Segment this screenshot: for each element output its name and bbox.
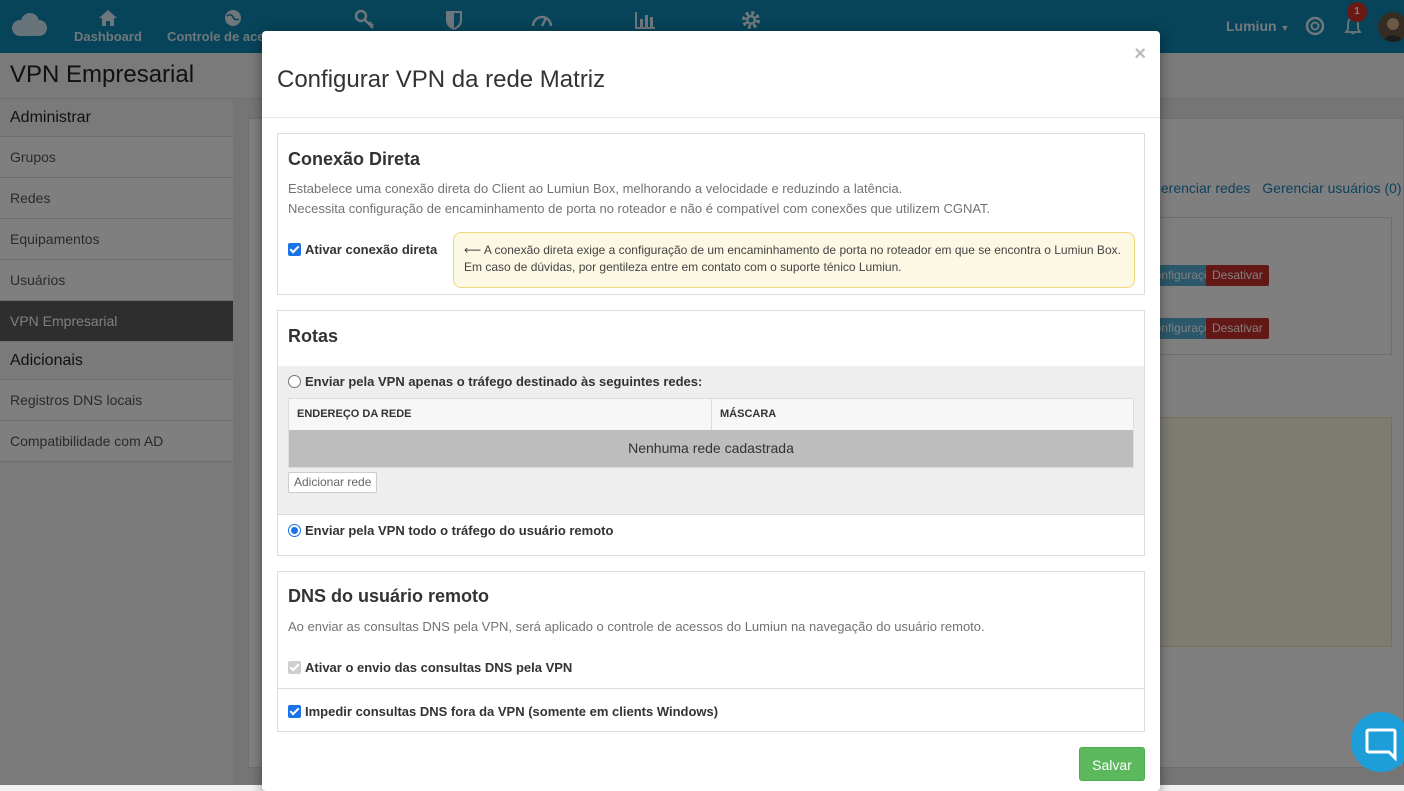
networks-table: ENDEREÇO DA REDE MÁSCARA Nenhuma rede ca… [288, 398, 1134, 468]
modal-title: Configurar VPN da rede Matriz [277, 66, 606, 93]
route-specific-radio[interactable] [288, 375, 301, 388]
dns-send-label: Ativar o envio das consultas DNS pela VP… [305, 660, 573, 675]
networks-table-header: ENDEREÇO DA REDE MÁSCARA [289, 399, 1133, 430]
chat-icon [1365, 728, 1397, 762]
direct-connection-desc-2: Necessita configuração de encaminhamento… [288, 201, 991, 216]
close-icon[interactable]: × [1134, 43, 1146, 66]
dns-block-label: Impedir consultas DNS fora da VPN (somen… [305, 704, 719, 719]
networks-empty-row: Nenhuma rede cadastrada [289, 430, 1133, 467]
route-all-radio[interactable] [288, 524, 301, 537]
routes-divider [278, 514, 1144, 515]
save-button[interactable]: Salvar [1079, 747, 1145, 781]
vpn-config-modal: Configurar VPN da rede Matriz × Conexão … [262, 31, 1160, 791]
route-option-specific[interactable]: Enviar pela VPN apenas o tráfego destina… [288, 374, 702, 389]
routes-section: Rotas Enviar pela VPN apenas o tráfego d… [277, 310, 1145, 556]
col-network-address: ENDEREÇO DA REDE [289, 399, 712, 430]
direct-connection-title: Conexão Direta [288, 149, 421, 169]
direct-connection-desc-1: Estabelece uma conexão direta do Client … [288, 181, 903, 196]
dns-send-toggle: Ativar o envio das consultas DNS pela VP… [288, 660, 572, 675]
route-option-all[interactable]: Enviar pela VPN todo o tráfego do usuári… [288, 523, 613, 538]
chat-widget-button[interactable] [1351, 712, 1404, 772]
dns-section: DNS do usuário remoto Ao enviar as consu… [277, 571, 1145, 732]
routes-title: Rotas [288, 326, 339, 346]
modal-header: Configurar VPN da rede Matriz × [262, 31, 1160, 118]
dns-title: DNS do usuário remoto [288, 586, 490, 606]
add-network-button[interactable]: Adicionar rede [288, 472, 378, 493]
direct-connection-checkbox[interactable] [288, 243, 301, 256]
direct-connection-label: Ativar conexão direta [305, 242, 438, 257]
dns-block-toggle[interactable]: Impedir consultas DNS fora da VPN (somen… [288, 704, 718, 719]
dns-send-checkbox [288, 661, 301, 674]
direct-connection-warning: ⟵ A conexão direta exige a configuração … [453, 232, 1135, 288]
col-mask: MÁSCARA [720, 408, 777, 420]
warning-line-1: A conexão direta exige a configuração de… [483, 243, 1121, 257]
warning-line-2: Em caso de dúvidas, por gentileza entre … [464, 260, 902, 274]
route-all-label: Enviar pela VPN todo o tráfego do usuári… [305, 523, 614, 538]
direct-connection-toggle[interactable]: Ativar conexão direta [288, 242, 437, 257]
dns-block-checkbox[interactable] [288, 705, 301, 718]
direct-connection-section: Conexão Direta Estabelece uma conexão di… [277, 133, 1145, 295]
dns-desc: Ao enviar as consultas DNS pela VPN, ser… [288, 619, 985, 634]
dns-divider [278, 688, 1144, 689]
route-specific-label: Enviar pela VPN apenas o tráfego destina… [305, 374, 703, 389]
arrow-left-icon: ⟵ [464, 243, 482, 257]
